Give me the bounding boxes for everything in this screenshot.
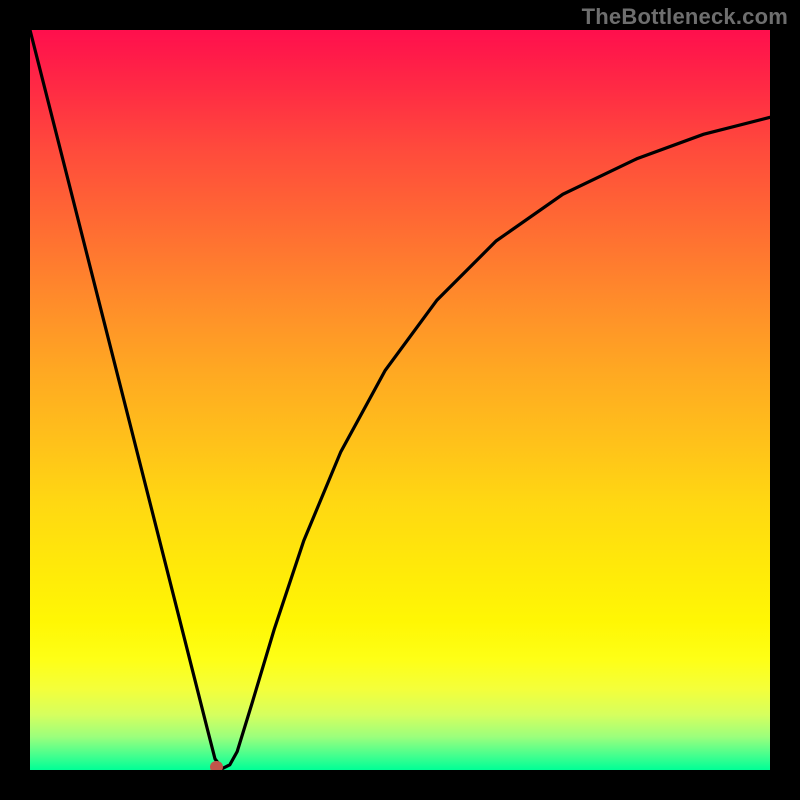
curve-svg [30,30,770,770]
watermark-text: TheBottleneck.com [582,4,788,30]
plot-area [30,30,770,770]
chart-frame: TheBottleneck.com [0,0,800,800]
min-marker-dot [210,761,223,770]
curve-path [30,30,770,769]
